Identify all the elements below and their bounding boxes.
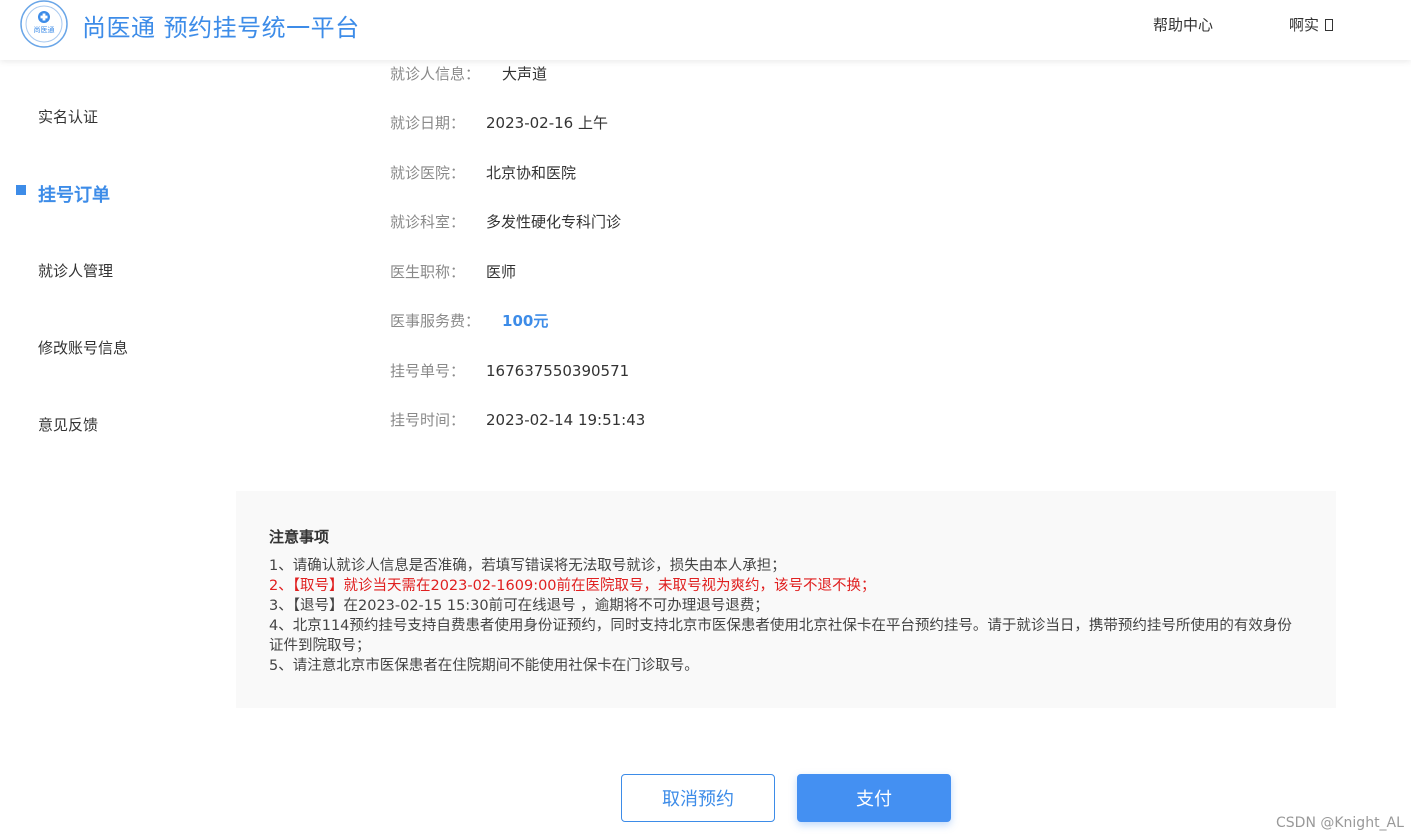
notice-line: 1、请确认就诊人信息是否准确，若填写错误将无法取号就诊，损失由本人承担；: [269, 558, 786, 574]
sidebar-item-patient-management[interactable]: 就诊人管理: [38, 260, 113, 281]
sidebar-item-real-name-auth[interactable]: 实名认证: [38, 106, 98, 127]
watermark: CSDN @Knight_AL: [1276, 815, 1404, 831]
detail-value: 北京协和医院: [486, 164, 577, 182]
detail-label: 就诊科室：: [390, 213, 466, 231]
detail-label: 就诊医院：: [390, 164, 466, 182]
detail-label: 就诊日期：: [390, 114, 466, 132]
active-indicator: [16, 185, 26, 195]
notice-line-warning: 2、【取号】就诊当天需在2023-02-1609:00前在医院取号，未取号视为爽…: [269, 578, 876, 594]
notice-line: 4、北京114预约挂号支持自费患者使用身份证预约，同时支持北京市医保患者使用北京…: [269, 618, 1292, 654]
user-name: 啊实: [1289, 16, 1320, 34]
notice-panel: 注意事项 1、请确认就诊人信息是否准确，若填写错误将无法取号就诊，损失由本人承担…: [236, 491, 1336, 708]
notice-line: 3、【退号】在2023-02-15 15:30前可在线退号 ，逾期将不可办理退号…: [269, 598, 769, 614]
detail-value: 多发性硬化专科门诊: [486, 213, 622, 231]
detail-value: 167637550390571: [486, 362, 630, 380]
detail-label: 挂号时间：: [390, 411, 466, 429]
detail-row-hospital: 就诊医院： 北京协和医院: [390, 162, 576, 183]
detail-row-date: 就诊日期： 2023-02-16 上午: [390, 112, 608, 133]
detail-value: 2023-02-16 上午: [486, 114, 608, 132]
site-title[interactable]: 尚医通 预约挂号统一平台: [82, 8, 360, 43]
sidebar-item-account-info[interactable]: 修改账号信息: [38, 337, 128, 358]
sidebar-item-orders[interactable]: 挂号订单: [38, 181, 110, 207]
notice-line: 5、请注意北京市医保患者在住院期间不能使用社保卡在门诊取号。: [269, 658, 699, 674]
service-fee-value: 100元: [502, 312, 549, 330]
detail-value: 2023-02-14 19:51:43: [486, 411, 646, 429]
detail-row-order-number: 挂号单号： 167637550390571: [390, 360, 629, 381]
detail-value: 大声道: [502, 65, 548, 83]
detail-label: 就诊人信息：: [390, 65, 481, 83]
pay-button[interactable]: 支付: [797, 774, 951, 822]
detail-label: 医事服务费：: [390, 312, 481, 330]
detail-row-fee: 医事服务费： 100元: [390, 310, 548, 331]
detail-row-patient: 就诊人信息： 大声道: [390, 63, 547, 84]
user-menu[interactable]: 啊实: [1289, 14, 1334, 35]
site-logo[interactable]: 尚医通: [18, 0, 70, 48]
cancel-appointment-button[interactable]: 取消预约: [621, 774, 775, 822]
notice-title: 注意事项: [269, 528, 330, 546]
detail-row-doctor-title: 医生职称： 医师: [390, 261, 516, 282]
top-header: 尚医通 尚医通 预约挂号统一平台 帮助中心 啊实: [0, 0, 1411, 60]
sidebar-item-feedback[interactable]: 意见反馈: [38, 414, 98, 435]
notice-body: 1、请确认就诊人信息是否准确，若填写错误将无法取号就诊，损失由本人承担； 2、【…: [269, 556, 1304, 676]
help-center-link[interactable]: 帮助中心: [1153, 14, 1213, 35]
dropdown-icon: [1325, 19, 1334, 31]
detail-value: 医师: [486, 263, 517, 281]
detail-label: 挂号单号：: [390, 362, 466, 380]
logo-text: 尚医通: [34, 25, 55, 34]
detail-row-department: 就诊科室： 多发性硬化专科门诊: [390, 211, 621, 232]
detail-label: 医生职称：: [390, 263, 466, 281]
detail-row-order-time: 挂号时间： 2023-02-14 19:51:43: [390, 409, 645, 430]
